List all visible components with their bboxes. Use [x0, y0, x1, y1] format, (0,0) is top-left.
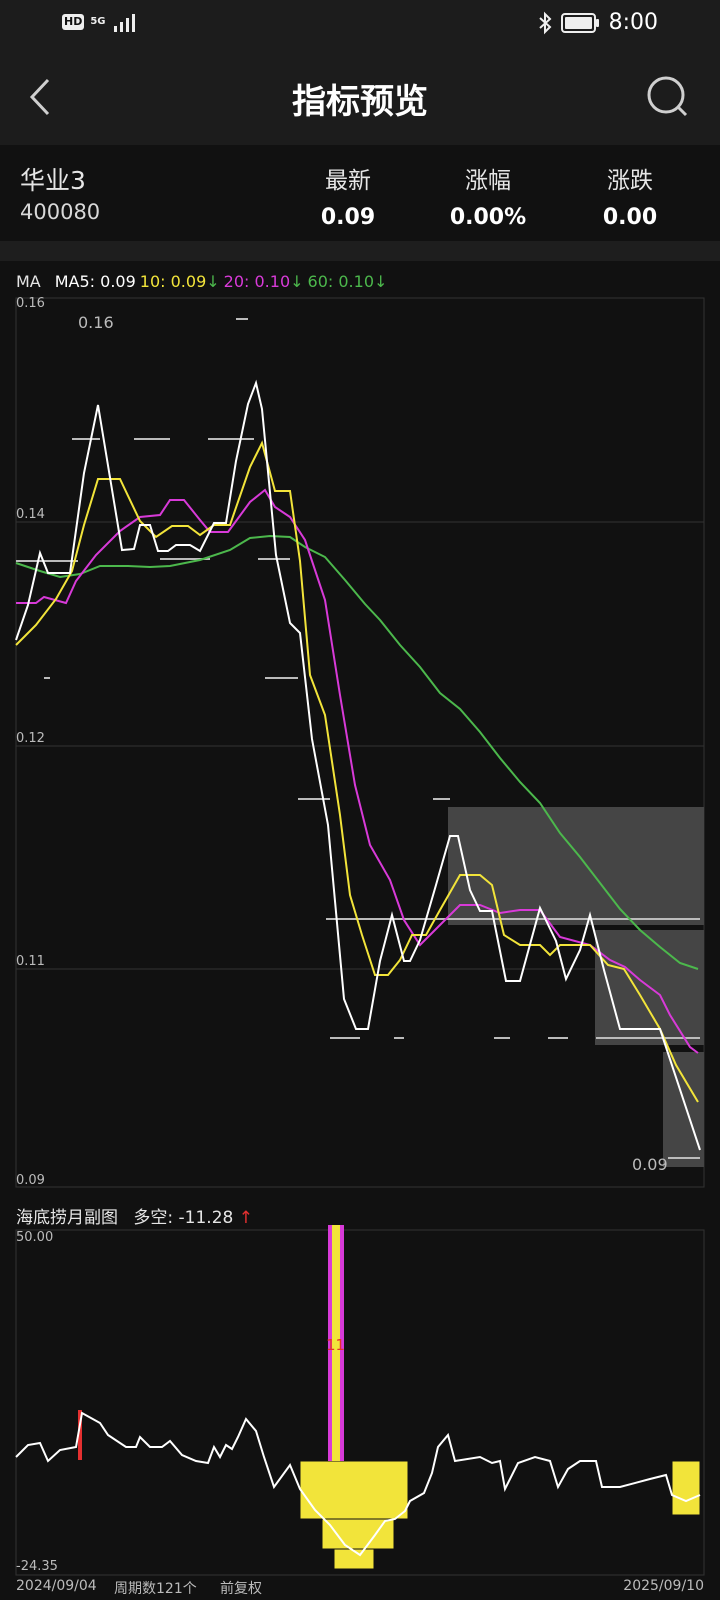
change-percent-value: 0.00%	[449, 205, 527, 230]
change-percent: 涨幅 0.00%	[418, 161, 558, 230]
ma-legend: MA MA5: 0.09 10: 0.09 ↓ 20: 0.10 ↓ 60: 0…	[16, 272, 391, 291]
y-label: 0.12	[16, 731, 45, 746]
status-bar: HD 5G 8:00	[0, 0, 720, 50]
stock-name: 华业3	[20, 166, 86, 195]
status-right: 8:00	[537, 10, 658, 35]
adjust-mode[interactable]: 前复权	[220, 1578, 262, 1598]
ma10-value: 10: 0.09	[139, 272, 207, 291]
battery-icon	[560, 12, 599, 33]
bluetooth-icon	[538, 11, 552, 34]
clock: 8:00	[608, 10, 658, 35]
sub-chart[interactable]: 50.00 -24.35 11	[0, 1225, 720, 1580]
search-button[interactable]	[644, 72, 692, 122]
search-icon	[647, 76, 688, 117]
signal-marker: 11	[326, 1336, 345, 1354]
change-percent-label: 涨幅	[465, 168, 511, 194]
sub-y-top: 50.00	[16, 1230, 53, 1245]
change-amount: 涨跌 0.00	[560, 161, 700, 230]
status-left: HD 5G	[62, 12, 138, 32]
y-label: 0.09	[16, 1173, 45, 1188]
signal-icon	[113, 14, 135, 32]
section-divider	[0, 241, 720, 261]
y-label: 0.11	[16, 954, 45, 969]
change-amount-value: 0.00	[602, 205, 658, 230]
ma10-arrow: ↓	[206, 272, 220, 291]
y-label: 0.14	[16, 507, 45, 522]
app-header: 指标预览	[0, 50, 720, 145]
latest-label: 最新	[325, 168, 371, 194]
range-box	[663, 1052, 704, 1167]
end-date: 2025/09/10	[623, 1578, 704, 1594]
network-badge: 5G	[90, 16, 106, 27]
ma20-arrow: ↓	[290, 272, 304, 291]
hd-badge: HD	[62, 14, 85, 30]
stock-info: 华业3 400080 最新 0.09 涨幅 0.00% 涨跌 0.00	[0, 145, 720, 241]
start-date: 2024/09/04	[16, 1578, 97, 1594]
sub-y-bottom: -24.35	[16, 1559, 58, 1574]
ma-title: MA	[16, 272, 41, 291]
price-chart[interactable]: 0.16 0.14 0.12 0.11 0.09 0.16 0.09	[0, 295, 720, 1195]
chart-frame	[15, 297, 705, 1188]
ma20-value: 20: 0.10	[223, 272, 291, 291]
page-title: 指标预览	[292, 82, 428, 122]
low-price-label: 0.09	[632, 1155, 668, 1174]
change-amount-label: 涨跌	[607, 168, 653, 194]
y-label: 0.16	[16, 296, 45, 311]
high-price-label: 0.16	[78, 313, 114, 332]
latest-value: 0.09	[320, 205, 376, 230]
yellow-histogram	[299, 1460, 701, 1570]
ma60-arrow: ↓	[374, 272, 388, 291]
ma60-value: 60: 0.10	[307, 272, 374, 291]
ma5-value: MA5: 0.09	[54, 272, 136, 291]
latest-price: 最新 0.09	[278, 161, 418, 230]
period-count: 周期数121个	[114, 1581, 197, 1597]
stock-code: 400080	[20, 200, 101, 224]
